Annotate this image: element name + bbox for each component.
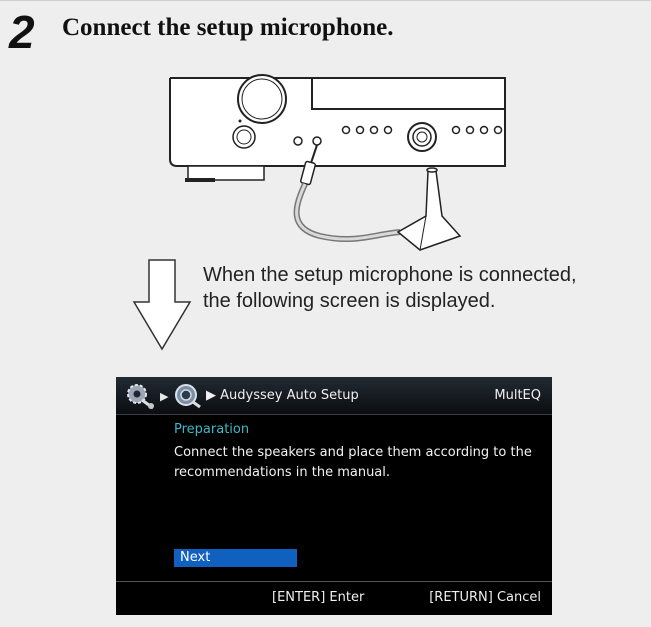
osd-breadcrumb-label: Audyssey Auto Setup	[220, 388, 359, 403]
osd-footer: [ENTER] Enter [RETURN] Cancel	[116, 581, 552, 615]
osd-screen: ▶ ▶ Audyssey Auto Setup MultEQ Preparati…	[116, 377, 552, 615]
audyssey-speaker-icon	[175, 384, 201, 409]
osd-header: ▶ ▶ Audyssey Auto Setup MultEQ	[116, 377, 552, 415]
setup-gear-icon	[127, 384, 154, 410]
breadcrumb-separator-icon: ▶	[160, 390, 169, 403]
step-number: 2	[9, 6, 35, 58]
osd-brand: MultEQ	[494, 388, 541, 403]
receiver-microphone-illustration	[169, 74, 506, 251]
next-menu-item[interactable]: Next	[174, 549, 297, 567]
footer-cancel-hint: [RETURN] Cancel	[429, 590, 541, 605]
footer-enter-hint: [ENTER] Enter	[272, 590, 365, 605]
down-arrow-icon	[132, 259, 192, 351]
description-text: When the setup microphone is connected, …	[203, 264, 577, 312]
instruction-panel: 2 Connect the setup microphone. When the…	[0, 0, 651, 627]
step-title: Connect the setup microphone.	[62, 14, 394, 41]
osd-breadcrumb: ▶ Audyssey Auto Setup	[206, 388, 359, 403]
osd-message: Connect the speakers and place them acco…	[174, 445, 532, 480]
osd-section-title: Preparation	[174, 422, 250, 437]
